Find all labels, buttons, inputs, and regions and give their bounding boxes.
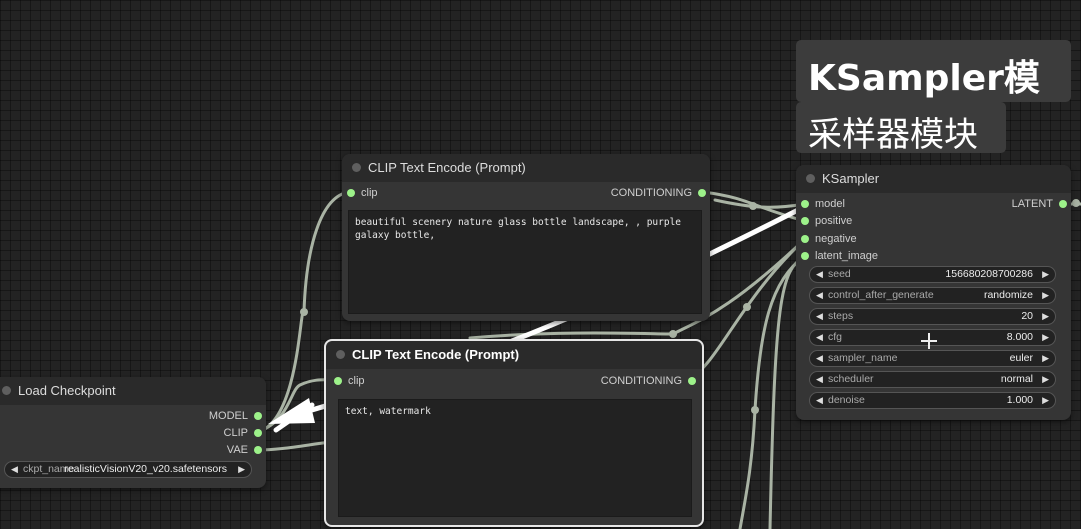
wire-vae-out — [256, 440, 332, 452]
input-pin-icon[interactable] — [334, 377, 342, 385]
title-banner: KSampler模块 — [796, 40, 1071, 151]
widget-label: scheduler — [828, 373, 874, 385]
output-pin-icon[interactable] — [1059, 200, 1067, 208]
sampler-name-widget[interactable]: ◀ sampler_name euler ▶ — [809, 350, 1056, 367]
collapse-dot-icon[interactable] — [2, 386, 11, 395]
wire-reroute-dot — [743, 303, 751, 311]
crosshair-cursor-icon — [921, 333, 937, 349]
widget-label: denoise — [828, 394, 865, 406]
collapse-dot-icon[interactable] — [352, 163, 361, 172]
output-pin-icon[interactable] — [254, 446, 262, 454]
node-title: KSampler — [822, 171, 880, 186]
input-pin-icon[interactable] — [801, 217, 809, 225]
node-title: CLIP Text Encode (Prompt) — [352, 347, 520, 362]
ckpt-name-value: realisticVisionV20_v20.safetensors — [64, 463, 227, 475]
ckpt-name-selector[interactable]: ◀ ckpt_name realisticVisionV20_v20.safet… — [4, 461, 252, 478]
arrow-left-icon[interactable]: ◀ — [11, 462, 18, 477]
negative-input-label: negative — [815, 233, 857, 245]
steps-widget[interactable]: ◀ steps 20 ▶ — [809, 308, 1056, 325]
node-title: CLIP Text Encode (Prompt) — [368, 160, 526, 175]
wire-reroute-dot — [1072, 199, 1080, 207]
arrow-left-icon[interactable]: ◀ — [816, 309, 823, 324]
widget-value: normal — [1000, 373, 1033, 385]
arrow-right-icon[interactable]: ▶ — [1042, 309, 1049, 324]
input-pin-icon[interactable] — [801, 200, 809, 208]
load-checkpoint-node[interactable]: Load Checkpoint MODEL CLIP VAE ◀ ckpt_na… — [0, 377, 266, 488]
arrow-right-icon[interactable]: ▶ — [238, 462, 245, 477]
node-title-bar[interactable]: CLIP Text Encode (Prompt) — [342, 154, 710, 182]
arrow-right-icon[interactable]: ▶ — [1042, 330, 1049, 345]
conditioning-output-slot[interactable]: CONDITIONING — [601, 373, 696, 389]
arrow-left-icon[interactable]: ◀ — [816, 393, 823, 408]
collapse-dot-icon[interactable] — [806, 174, 815, 183]
input-pin-icon[interactable] — [347, 189, 355, 197]
subtitle-banner-text: 采样器模块 — [808, 115, 978, 155]
widget-label: seed — [828, 268, 851, 280]
negative-input-slot[interactable]: negative — [801, 231, 857, 247]
widget-value: 1.000 — [1006, 394, 1033, 406]
scheduler-widget[interactable]: ◀ scheduler normal ▶ — [809, 371, 1056, 388]
arrow-right-icon[interactable]: ▶ — [1042, 351, 1049, 366]
node-title-bar[interactable]: CLIP Text Encode (Prompt) — [326, 341, 702, 369]
widget-label: control_after_generate — [828, 289, 934, 301]
clip-input-slot[interactable]: clip — [347, 185, 378, 201]
clip-text-encode-negative-node[interactable]: CLIP Text Encode (Prompt) clip CONDITION… — [324, 339, 704, 527]
arrow-right-icon[interactable]: ▶ — [1042, 267, 1049, 282]
prompt-textarea[interactable]: beautiful scenery nature glass bottle la… — [348, 210, 702, 314]
collapse-dot-icon[interactable] — [336, 350, 345, 359]
prompt-textarea[interactable]: text, watermark — [338, 399, 692, 517]
wire-reroute-dot — [300, 308, 308, 316]
control-after-generate-widget[interactable]: ◀ control_after_generate randomize ▶ — [809, 287, 1056, 304]
widget-value: 20 — [1021, 310, 1033, 322]
clip-input-slot[interactable]: clip — [334, 373, 365, 389]
seed-widget[interactable]: ◀ seed 156680208700286 ▶ — [809, 266, 1056, 283]
arrow-left-icon[interactable]: ◀ — [816, 372, 823, 387]
wire-reroute-dot — [751, 406, 759, 414]
arrow-right-icon[interactable]: ▶ — [1042, 393, 1049, 408]
input-pin-icon[interactable] — [801, 252, 809, 260]
widget-value: randomize — [983, 289, 1033, 301]
latent-output-slot[interactable]: LATENT — [1012, 196, 1067, 212]
arrow-left-icon[interactable]: ◀ — [816, 351, 823, 366]
ksampler-node[interactable]: KSampler model positive negative latent_… — [796, 165, 1071, 420]
arrow-left-icon[interactable]: ◀ — [816, 288, 823, 303]
wire-reroute-dot — [749, 202, 757, 210]
conditioning-output-slot[interactable]: CONDITIONING — [611, 185, 706, 201]
conditioning-output-label: CONDITIONING — [600, 375, 682, 387]
conditioning-output-label: CONDITIONING — [610, 187, 692, 199]
positive-input-slot[interactable]: positive — [801, 213, 852, 229]
model-input-slot[interactable]: model — [801, 196, 845, 212]
widget-value: 8.000 — [1006, 331, 1033, 343]
output-pin-icon[interactable] — [254, 429, 262, 437]
wire-model-to-ksampler — [713, 198, 807, 209]
clip-output-slot[interactable]: CLIP — [224, 425, 262, 441]
wire-reroute-dot — [669, 330, 677, 338]
input-pin-icon[interactable] — [801, 235, 809, 243]
denoise-widget[interactable]: ◀ denoise 1.000 ▶ — [809, 392, 1056, 409]
latent-image-input-label: latent_image — [815, 250, 878, 262]
node-title-bar[interactable]: KSampler — [796, 165, 1071, 193]
output-pin-icon[interactable] — [688, 377, 696, 385]
vae-output-slot[interactable]: VAE — [227, 442, 262, 458]
arrow-right-icon[interactable]: ▶ — [1042, 288, 1049, 303]
widget-value: euler — [1009, 352, 1033, 364]
node-title: Load Checkpoint — [18, 383, 116, 398]
arrow-left-icon[interactable]: ◀ — [816, 267, 823, 282]
widget-label: cfg — [828, 331, 843, 343]
model-output-slot[interactable]: MODEL — [209, 408, 262, 424]
widget-label: steps — [828, 310, 854, 322]
arrow-left-icon[interactable]: ◀ — [816, 330, 823, 345]
output-pin-icon[interactable] — [254, 412, 262, 420]
widget-label: sampler_name — [828, 352, 898, 364]
node-title-bar[interactable]: Load Checkpoint — [0, 377, 266, 405]
latent-image-input-slot[interactable]: latent_image — [801, 248, 878, 264]
widget-value: 156680208700286 — [945, 268, 1033, 280]
clip-text-encode-positive-node[interactable]: CLIP Text Encode (Prompt) clip CONDITION… — [342, 154, 710, 321]
output-pin-icon[interactable] — [698, 189, 706, 197]
subtitle-banner: 采样器模块 — [796, 102, 1006, 155]
arrow-right-icon[interactable]: ▶ — [1042, 372, 1049, 387]
